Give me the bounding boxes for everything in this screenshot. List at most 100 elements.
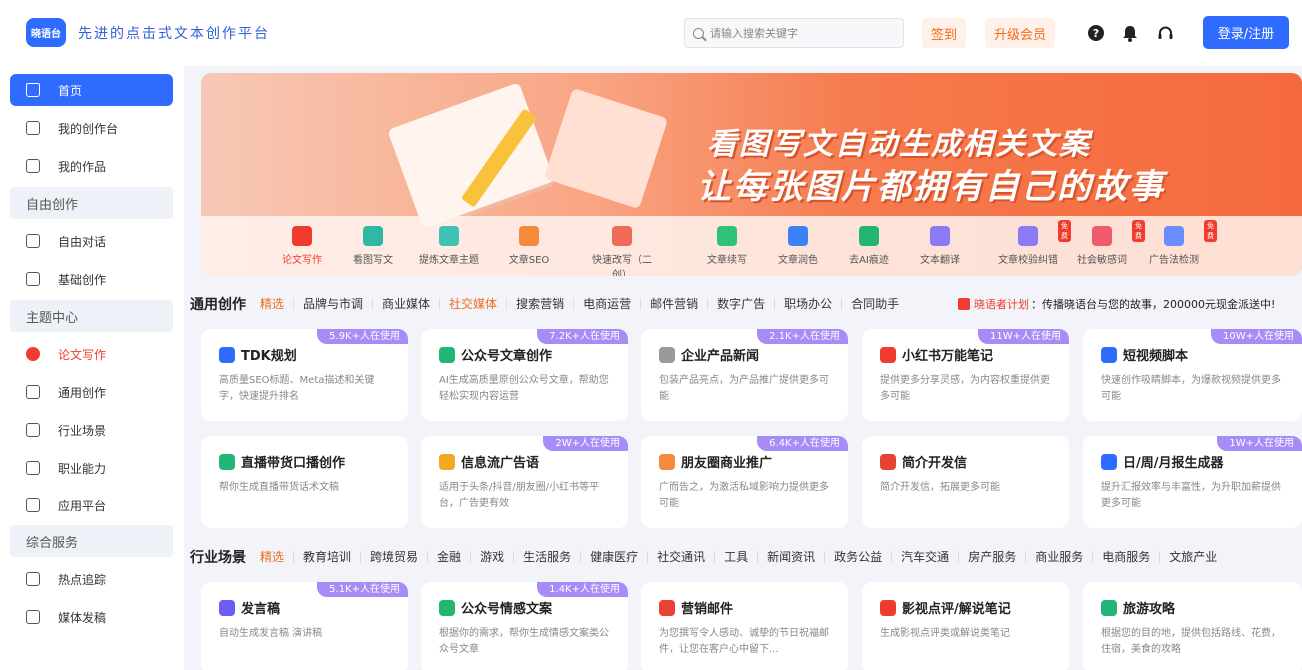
tab[interactable]: 跨境贸易 [360, 551, 427, 563]
tab[interactable]: 健康医疗 [580, 551, 647, 563]
tab[interactable]: 职场办公 [774, 298, 841, 310]
tool-item[interactable]: 快速改写（二创） [587, 226, 657, 276]
tab[interactable]: 社交媒体 [439, 298, 506, 310]
sidebar-item-free-chat[interactable]: 自由对话 [10, 225, 173, 257]
sidebar-item-label: 我的作品 [58, 159, 107, 174]
tool-item[interactable]: 论文写作 [267, 226, 337, 266]
tool-item[interactable]: 免费 社会敏感词 [1067, 220, 1145, 266]
hero-banner[interactable]: 看图写文自动生成相关文案 让每张图片都拥有自己的故事 论文写作 看图写文 提炼文章主… [201, 73, 1302, 276]
sidebar-item-label: 应用平台 [58, 498, 107, 513]
tool-card[interactable]: 企业产品新闻 包装产品亮点，为产品推广提供更多可能 2.1K+人在使用 [641, 329, 848, 421]
tool-item[interactable]: 看图写文 [338, 226, 408, 266]
tab[interactable]: 精选 [260, 551, 293, 563]
search-input[interactable]: 请输入搜索关键字 [684, 18, 904, 48]
sidebar-item-industry-scene[interactable]: 行业场景 [10, 414, 173, 446]
tool-item[interactable]: 提炼文章主题 [414, 226, 484, 266]
card-description: 高质量SEO标题、Meta描述和关键字，快速提升排名 [219, 375, 375, 402]
tool-card[interactable]: 直播带货口播创作 帮你生成直播带货话术文稿 [201, 436, 408, 528]
tab[interactable]: 生活服务 [513, 551, 580, 563]
tool-label: 去AI痕迹 [849, 255, 889, 266]
sidebar-item-basic-creation[interactable]: 基础创作 [10, 263, 173, 295]
card-title: 短视频脚本 [1123, 349, 1189, 364]
tool-card[interactable]: 短视频脚本 快速创作吸睛脚本，为爆款视频提供更多可能 10W+人在使用 [1083, 329, 1302, 421]
tab[interactable]: 社交通讯 [647, 551, 714, 563]
tool-card[interactable]: 影视点评/解说笔记 生成影视点评类或解说类笔记 [862, 582, 1069, 670]
trend-icon [26, 572, 40, 586]
sidebar-item-label: 职业能力 [58, 461, 107, 476]
tool-card[interactable]: TDK规划 高质量SEO标题、Meta描述和关键字，快速提升排名 5.9K+人在使用 [201, 329, 408, 421]
usage-badge: 10W+人在使用 [1211, 329, 1302, 344]
tab[interactable]: 教育培训 [293, 551, 360, 563]
tool-card[interactable]: 发言稿 自动生成发言稿 演讲稿 5.1K+人在使用 [201, 582, 408, 670]
tool-card[interactable]: 简介开发信 简介开发信，拓展更多可能 [862, 436, 1069, 528]
tool-item[interactable]: 文本翻译 [905, 226, 975, 266]
sidebar-item-career[interactable]: 职业能力 [10, 452, 173, 484]
tool-item[interactable]: 文章续写 [692, 226, 762, 266]
card-title: 信息流广告语 [461, 456, 540, 471]
card-description: 提升汇报效率与丰富性，为升职加薪提供更多可能 [1101, 482, 1281, 509]
tab[interactable]: 品牌与市调 [293, 298, 372, 310]
tab[interactable]: 新闻资讯 [757, 551, 824, 563]
tab[interactable]: 工具 [714, 551, 757, 563]
tool-card[interactable]: 公众号文章创作 AI生成高质量原创公众号文章，帮助您轻松实现内容运营 7.2K+人在… [421, 329, 628, 421]
sidebar-item-label: 通用创作 [58, 385, 107, 400]
sidebar-item-works[interactable]: 我的作品 [10, 150, 173, 182]
help-icon[interactable]: ? [1087, 24, 1105, 42]
tab[interactable]: 金融 [427, 551, 470, 563]
sidebar-item-trend[interactable]: 热点追踪 [10, 563, 173, 595]
tab[interactable]: 游戏 [470, 551, 513, 563]
tool-label: 社会敏感词 [1077, 255, 1127, 266]
tab[interactable]: 搜索营销 [506, 298, 573, 310]
tool-card[interactable]: 日/周/月报生成器 提升汇报效率与丰富性，为升职加薪提供更多可能 1W+人在使用 [1083, 436, 1302, 528]
tool-item[interactable]: 文章SEO [494, 226, 564, 266]
app-logo[interactable]: 晓语台 [26, 18, 66, 47]
sidebar-item-general-creation[interactable]: 通用创作 [10, 376, 173, 408]
tool-card[interactable]: 小红书万能笔记 提供更多分享灵感，为内容权重提供更多可能 11W+人在使用 [862, 329, 1069, 421]
tab[interactable]: 邮件营销 [640, 298, 707, 310]
tool-card[interactable]: 朋友圈商业推广 广而告之，为激活私域影响力提供更多可能 6.4K+人在使用 [641, 436, 848, 528]
sidebar-item-media[interactable]: 媒体发稿 [10, 601, 173, 633]
login-register-button[interactable]: 登录/注册 [1203, 16, 1289, 49]
checkin-button[interactable]: 签到 [922, 18, 966, 48]
tab[interactable]: 数字广告 [707, 298, 774, 310]
card-icon [659, 600, 675, 616]
headset-icon[interactable] [1156, 24, 1174, 42]
card-icon [1101, 347, 1117, 363]
tab[interactable]: 商业媒体 [372, 298, 439, 310]
tool-label: 快速改写（二创） [592, 255, 652, 276]
career-icon [26, 461, 40, 475]
card-description: 生成影视点评类或解说类笔记 [880, 628, 1010, 639]
sidebar-item-paper-writing[interactable]: 论文写作 [10, 338, 173, 370]
tab[interactable]: 精选 [260, 298, 293, 310]
card-description: 广而告之，为激活私域影响力提供更多可能 [659, 482, 829, 509]
tab[interactable]: 电商服务 [1092, 551, 1159, 563]
media-icon [26, 610, 40, 624]
tab[interactable]: 文旅产业 [1159, 551, 1226, 563]
tool-label: 文本翻译 [920, 255, 960, 266]
promo-banner[interactable]: 晓语者计划 ：传播晓语台与您的故事，200000元现金派送中! [958, 296, 1275, 312]
sidebar-item-label: 自由对话 [58, 234, 107, 249]
sidebar-item-label: 我的创作台 [58, 121, 119, 136]
tool-item[interactable]: 去AI痕迹 [834, 226, 904, 266]
sidebar-item-home[interactable]: 首页 [10, 74, 173, 106]
tool-card[interactable]: 信息流广告语 适用于头条/抖音/朋友圈/小红书等平台，广告更有效 2W+人在使用 [421, 436, 628, 528]
tab[interactable]: 汽车交通 [891, 551, 958, 563]
card-title: 简介开发信 [902, 456, 968, 471]
tool-card[interactable]: 旅游攻略 根据您的目的地，提供包括路线、花费，住宿，美食的攻略 [1083, 582, 1302, 670]
tab[interactable]: 商业服务 [1025, 551, 1092, 563]
tool-item[interactable]: 免费 文章校验纠错 [993, 220, 1071, 266]
upgrade-vip-button[interactable]: 升级会员 [985, 18, 1055, 48]
tab[interactable]: 合同助手 [841, 298, 908, 310]
tab[interactable]: 政务公益 [824, 551, 891, 563]
tab[interactable]: 电商运营 [573, 298, 640, 310]
tool-card[interactable]: 营销邮件 为您撰写令人感动、诚挚的节日祝福邮件，让您在客户心中留下... [641, 582, 848, 670]
sidebar-item-workbench[interactable]: 我的创作台 [10, 112, 173, 144]
tool-card[interactable]: 公众号情感文案 根据你的需求，帮你生成情感文案类公众号文章 1.4K+人在使用 [421, 582, 628, 670]
tab[interactable]: 房产服务 [958, 551, 1025, 563]
card-icon [1101, 600, 1117, 616]
tool-item[interactable]: 免费 广告法检测 [1139, 220, 1217, 266]
sidebar-item-app-platform[interactable]: 应用平台 [10, 489, 173, 521]
tool-item[interactable]: 文章润色 [763, 226, 833, 266]
bell-icon[interactable] [1121, 24, 1139, 42]
card-title: 公众号文章创作 [461, 349, 553, 364]
